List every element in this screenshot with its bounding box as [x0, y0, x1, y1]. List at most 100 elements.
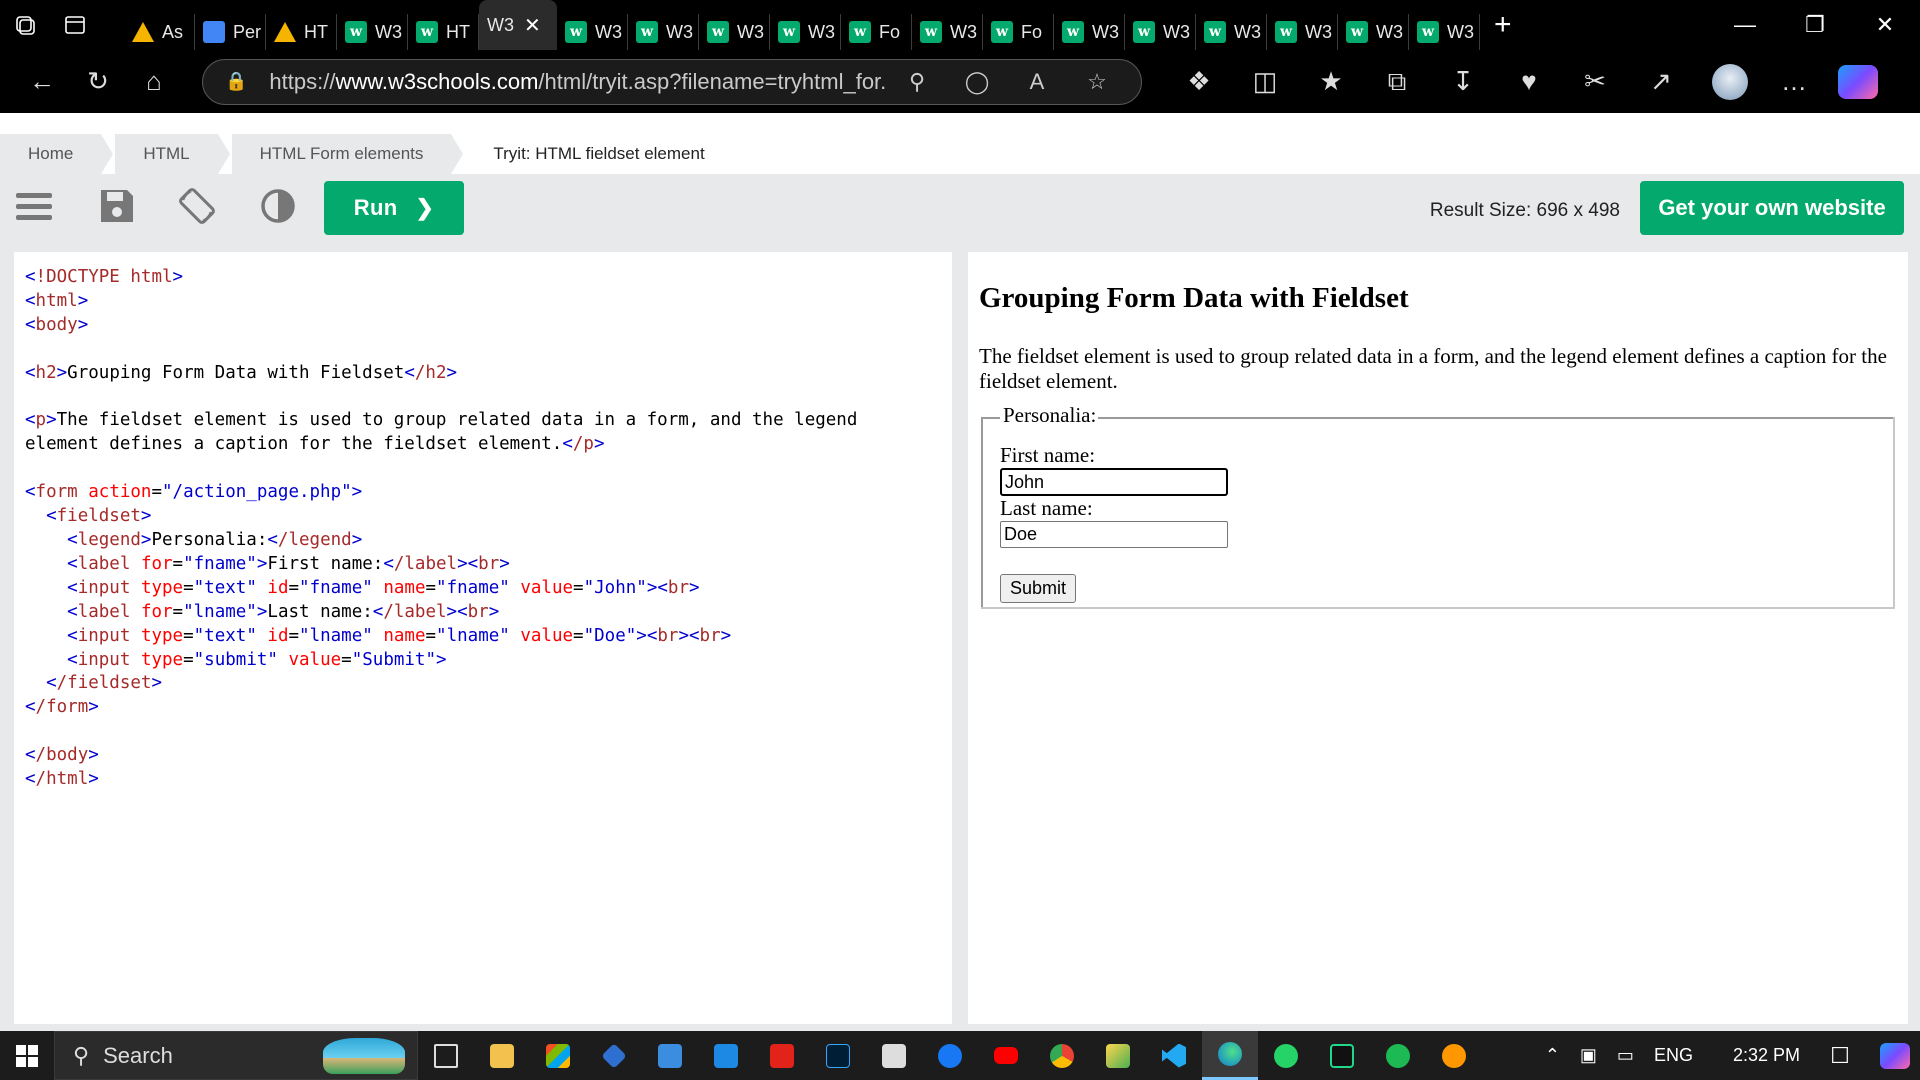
browser-tab[interactable]: W3 ✕	[479, 0, 557, 50]
first-name-input[interactable]: John	[1000, 468, 1228, 496]
edge-icon[interactable]	[1202, 1031, 1258, 1080]
browser-tab[interactable]: w W3	[1196, 14, 1267, 50]
language-indicator[interactable]: ENG	[1644, 1045, 1703, 1066]
file-explorer-icon[interactable]	[474, 1031, 530, 1080]
browser-essentials-icon[interactable]: ♥	[1496, 57, 1562, 107]
vscode-icon[interactable]	[1146, 1031, 1202, 1080]
copilot-icon[interactable]	[1838, 64, 1878, 99]
url-text: https://www.w3schools.com/html/tryit.asp…	[269, 68, 887, 94]
browser-tab[interactable]: As	[124, 14, 195, 50]
submit-button[interactable]: Submit	[1000, 574, 1076, 603]
browser-tab[interactable]: w Fo	[841, 14, 912, 50]
first-name-label: First name:	[1000, 443, 1096, 467]
browser-tab[interactable]: w W3	[628, 14, 699, 50]
breadcrumb-form-elements[interactable]: HTML Form elements	[231, 134, 452, 174]
browser-tab[interactable]: w W3	[699, 14, 770, 50]
clock[interactable]: 2:32 PM	[1703, 1045, 1810, 1066]
download-icon[interactable]: ↧	[1430, 57, 1496, 107]
code-text[interactable]: <!DOCTYPE html> <html> <body> <h2>Groupi…	[14, 252, 952, 792]
app-icon[interactable]	[642, 1031, 698, 1080]
menu-icon[interactable]	[14, 186, 54, 226]
close-icon[interactable]: ✕	[1850, 0, 1920, 50]
tab-actions-icon[interactable]	[50, 0, 100, 50]
address-bar[interactable]: 🔒 https://www.w3schools.com/html/tryit.a…	[202, 58, 1142, 105]
power-automate-icon[interactable]	[586, 1031, 642, 1080]
browser-tab[interactable]: w W3	[1409, 14, 1480, 50]
browser-tab[interactable]: HT	[266, 14, 337, 50]
home-icon[interactable]: ⌂	[126, 57, 182, 107]
meet-now-icon[interactable]: ▣	[1570, 1045, 1607, 1066]
read-aloud-icon[interactable]: A	[1007, 69, 1067, 95]
app-icon[interactable]	[1090, 1031, 1146, 1080]
browser-tab[interactable]: w W3	[1054, 14, 1125, 50]
browser-tab[interactable]: w W3	[912, 14, 983, 50]
app-icon[interactable]	[1426, 1031, 1482, 1080]
taskbar-search[interactable]: ⚲ Search	[54, 1031, 418, 1080]
back-icon[interactable]: ←	[14, 57, 70, 107]
chrome-icon[interactable]	[1034, 1031, 1090, 1080]
tag-icon[interactable]: ◯	[947, 69, 1007, 95]
app-icon[interactable]	[866, 1031, 922, 1080]
new-tab-button[interactable]: +	[1480, 8, 1526, 42]
rotate-layout-icon[interactable]	[177, 186, 217, 226]
browser-tab[interactable]: w Fo	[983, 14, 1054, 50]
get-website-button[interactable]: Get your own website	[1640, 181, 1904, 235]
profile-avatar[interactable]	[1712, 63, 1748, 100]
search-highlight-image	[323, 1037, 405, 1074]
code-editor[interactable]: <!DOCTYPE html> <html> <body> <h2>Groupi…	[14, 252, 952, 1024]
chevron-up-icon[interactable]: ⌃	[1535, 1045, 1570, 1066]
last-name-input[interactable]: Doe	[1000, 521, 1228, 548]
result-frame: Grouping Form Data with Fieldset The fie…	[968, 252, 1908, 1024]
favorite-star-icon[interactable]: ☆	[1067, 69, 1127, 95]
browser-tab[interactable]: w W3	[1125, 14, 1196, 50]
browser-tab[interactable]: w W3	[557, 14, 628, 50]
minimize-icon[interactable]: —	[1710, 0, 1780, 50]
task-view-icon[interactable]	[418, 1031, 474, 1080]
whatsapp-icon[interactable]	[1258, 1031, 1314, 1080]
browser-tab[interactable]: w W3	[770, 14, 841, 50]
split-screen-icon[interactable]: ◫	[1232, 57, 1298, 107]
battery-icon[interactable]: ▭	[1607, 1045, 1644, 1066]
workspaces-icon[interactable]	[0, 0, 50, 50]
browser-tab[interactable]: w W3	[1338, 14, 1409, 50]
share-icon[interactable]: ↗	[1628, 57, 1694, 107]
lock-icon[interactable]: 🔒	[225, 71, 247, 92]
youtube-icon[interactable]	[978, 1031, 1034, 1080]
save-icon[interactable]	[97, 186, 137, 226]
favorites-icon[interactable]: ★	[1298, 57, 1364, 107]
extensions-icon[interactable]: ❖	[1166, 57, 1232, 107]
tab-label: W3	[950, 21, 977, 42]
refresh-icon[interactable]: ↻	[70, 57, 126, 107]
w3schools-favicon: w	[1346, 21, 1368, 43]
restore-icon[interactable]: ❐	[1780, 0, 1850, 50]
browser-tab[interactable]: Per	[195, 14, 266, 50]
photoshop-icon[interactable]	[810, 1031, 866, 1080]
close-tab-icon[interactable]: ✕	[524, 13, 541, 38]
spotify-icon[interactable]	[1370, 1031, 1426, 1080]
run-button[interactable]: Run ❯	[324, 181, 464, 235]
app-icon[interactable]	[698, 1031, 754, 1080]
screenshot-icon[interactable]: ✂	[1562, 57, 1628, 107]
browser-toolbar: ← ↻ ⌂ 🔒 https://www.w3schools.com/html/t…	[0, 50, 1920, 113]
facebook-icon[interactable]	[922, 1031, 978, 1080]
browser-tab[interactable]: w W3	[1267, 14, 1338, 50]
microsoft-store-icon[interactable]	[530, 1031, 586, 1080]
start-button[interactable]	[0, 1031, 54, 1080]
w3schools-favicon: w	[1417, 21, 1439, 43]
tab-label: Fo	[879, 21, 901, 42]
tab-label: W3	[375, 21, 402, 42]
acrobat-icon[interactable]	[754, 1031, 810, 1080]
notification-icon[interactable]: ☐	[1810, 1031, 1870, 1080]
breadcrumb-home[interactable]: Home	[0, 134, 102, 174]
breadcrumb-html[interactable]: HTML	[115, 134, 218, 174]
theme-toggle-icon[interactable]	[258, 186, 298, 226]
breadcrumb-separator	[451, 134, 464, 174]
copilot-taskbar-icon[interactable]	[1870, 1042, 1920, 1069]
collections-icon[interactable]: ⧉	[1364, 57, 1430, 107]
w3schools-favicon: w	[1133, 21, 1155, 43]
browser-tab[interactable]: w W3	[337, 14, 408, 50]
clion-icon[interactable]	[1314, 1031, 1370, 1080]
browser-tab[interactable]: w HT	[408, 14, 479, 50]
more-options-icon[interactable]: …	[1766, 57, 1822, 107]
zoom-icon[interactable]: ⚲	[887, 69, 947, 95]
